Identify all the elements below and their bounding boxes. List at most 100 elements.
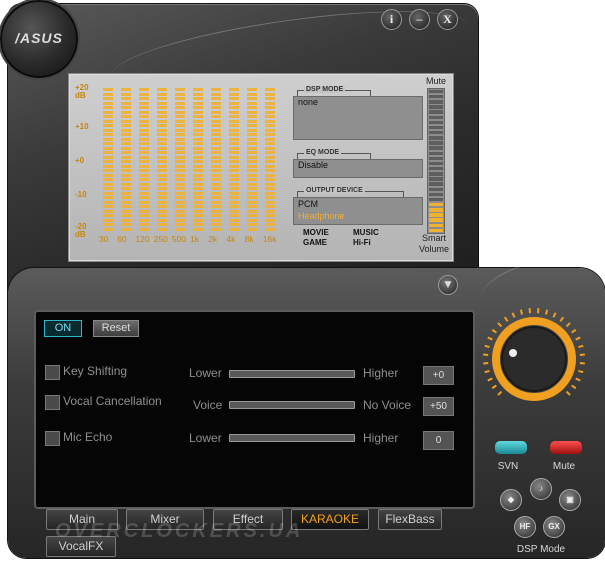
mode-hifi[interactable]: Hi-Fi: [353, 238, 371, 247]
eq-segment: [229, 164, 239, 168]
eq-segment: [139, 169, 149, 172]
svn-label: SVN: [497, 461, 519, 472]
eq-band-slider[interactable]: [175, 88, 185, 233]
eq-mode-label: EQ MODE: [304, 149, 342, 156]
eq-band-slider[interactable]: [229, 88, 239, 233]
volume-segment: [429, 202, 443, 207]
eq-segment: [157, 187, 167, 190]
eq-segment: [121, 205, 131, 208]
eq-segment: [211, 209, 221, 213]
mode-game[interactable]: GAME: [303, 238, 327, 247]
info-button[interactable]: i: [381, 9, 402, 30]
knob-tick: [484, 344, 490, 349]
key-shifting-checkbox[interactable]: [45, 365, 60, 380]
eq-segment: [103, 214, 113, 217]
volume-segment: [429, 228, 443, 233]
eq-band-slider[interactable]: [211, 88, 221, 233]
eq-segment: [175, 155, 185, 159]
logo-text: /ASUS: [15, 30, 63, 46]
volume-segment: [429, 156, 443, 161]
dsp-hf-button[interactable]: HF: [514, 516, 536, 538]
eq-segment: [265, 133, 275, 136]
dsp-game-icon[interactable]: ◆: [500, 489, 522, 511]
dsp-movie-icon[interactable]: ▣: [559, 489, 581, 511]
eq-segment: [175, 160, 185, 163]
mute-label: Mute: [425, 76, 446, 86]
knob-tick: [511, 312, 516, 318]
eq-band-slider[interactable]: [139, 88, 149, 233]
eq-segment: [103, 146, 113, 150]
eq-band-slider[interactable]: [157, 88, 167, 233]
eq-segment: [139, 173, 149, 177]
eq-segment: [103, 137, 113, 141]
eq-segment: [229, 169, 239, 172]
volume-segment: [429, 136, 443, 140]
eq-band-slider[interactable]: [265, 88, 275, 233]
frequency-label: 500: [171, 234, 186, 244]
eq-segment: [157, 97, 167, 100]
vocal-cancellation-right-label: No Voice: [363, 398, 412, 412]
eq-segment: [157, 209, 167, 213]
eq-segment: [139, 227, 149, 231]
minimize-button[interactable]: –: [409, 9, 430, 30]
eq-segment: [121, 110, 131, 114]
mode-music[interactable]: MUSIC: [353, 228, 379, 237]
eq-segment: [211, 142, 221, 145]
mic-echo-slider[interactable]: [229, 434, 355, 442]
frequency-labels: 30 60 120 250 500 1k 2k 4k 8k 16k: [97, 234, 282, 246]
eq-segment: [265, 160, 275, 163]
eq-segment: [175, 88, 185, 91]
eq-segment: [211, 101, 221, 105]
eq-segment: [247, 142, 257, 145]
eq-segment: [175, 110, 185, 114]
eq-segment: [211, 187, 221, 190]
eq-segment: [229, 119, 239, 123]
volume-segment: [429, 161, 443, 166]
eq-band-slider[interactable]: [121, 88, 131, 233]
eq-segment: [157, 146, 167, 150]
smart-volume-meter[interactable]: [427, 88, 445, 234]
eq-segment: [211, 191, 221, 195]
eq-segment: [175, 218, 185, 222]
eq-segment: [193, 178, 203, 181]
eq-segment: [193, 137, 203, 141]
dsp-music-icon[interactable]: ♪: [530, 478, 552, 500]
mute-toggle[interactable]: [548, 439, 584, 456]
eq-segment: [211, 223, 221, 226]
eq-segment: [121, 169, 131, 172]
eq-segment: [139, 200, 149, 204]
collapse-arrow-icon[interactable]: ▼: [438, 275, 458, 295]
eq-segment: [229, 151, 239, 154]
key-shifting-slider[interactable]: [229, 370, 355, 378]
eq-segment: [175, 106, 185, 109]
dsp-gx-button[interactable]: GX: [543, 516, 565, 538]
eq-segment: [103, 124, 113, 127]
eq-segment: [121, 137, 131, 141]
dsp-mode-value: none: [298, 97, 319, 107]
master-volume-knob[interactable]: [480, 305, 588, 413]
eq-segment: [121, 97, 131, 100]
eq-band-slider[interactable]: [193, 88, 203, 233]
eq-segment: [247, 101, 257, 105]
volume-segment: [429, 100, 443, 104]
mode-movie[interactable]: MOVIE: [303, 228, 329, 237]
vocal-cancellation-slider[interactable]: [229, 401, 355, 409]
knob-tick: [487, 377, 493, 382]
eq-segment: [229, 191, 239, 195]
volume-segment: [429, 187, 443, 192]
close-button[interactable]: X: [437, 9, 458, 30]
eq-segment: [265, 110, 275, 114]
eq-segment: [265, 182, 275, 186]
eq-segment: [265, 169, 275, 172]
reset-button[interactable]: Reset: [93, 320, 139, 337]
tab-flexbass[interactable]: FlexBass: [378, 509, 442, 530]
svn-toggle[interactable]: [493, 439, 529, 456]
eq-segment: [265, 178, 275, 181]
on-button[interactable]: ON: [44, 320, 82, 337]
eq-band-slider[interactable]: [247, 88, 257, 233]
vocal-cancellation-checkbox[interactable]: [45, 395, 60, 410]
eq-segment: [103, 200, 113, 204]
eq-segment: [103, 106, 113, 109]
mic-echo-checkbox[interactable]: [45, 431, 60, 446]
eq-band-slider[interactable]: [103, 88, 113, 233]
